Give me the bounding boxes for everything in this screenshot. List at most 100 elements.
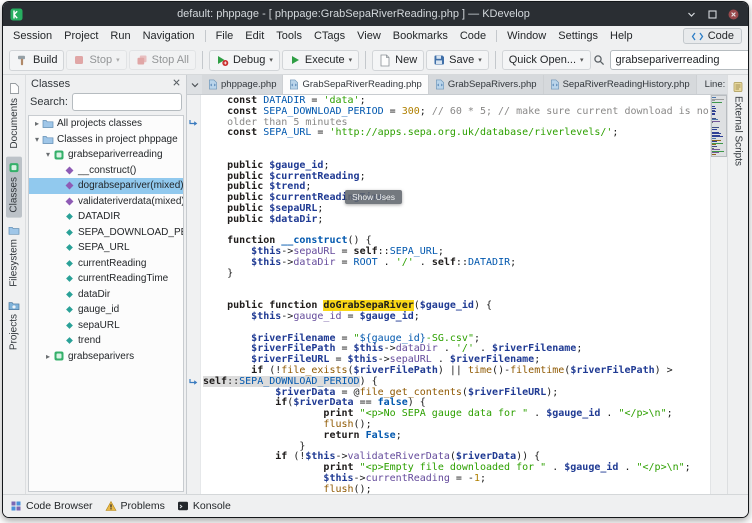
toolbar-button-execute[interactable]: Execute▾ bbox=[282, 50, 359, 70]
code-line[interactable]: flush(); bbox=[203, 485, 710, 494]
tree-item-currentreading[interactable]: currentReading bbox=[29, 256, 183, 272]
code-line[interactable]: const SEPA_URL = 'http://apps.sepa.org.u… bbox=[203, 128, 710, 139]
code-line[interactable]: } bbox=[203, 269, 710, 280]
close-icon bbox=[728, 9, 739, 20]
tree-item-datadir[interactable]: DATADIR bbox=[29, 209, 183, 225]
tree-item-all-projects-classes[interactable]: ▸All projects classes bbox=[29, 116, 183, 132]
search-icon[interactable] bbox=[593, 54, 605, 66]
close-button[interactable] bbox=[726, 7, 741, 22]
toolbar-separator bbox=[495, 51, 496, 69]
code-token: . bbox=[378, 257, 396, 268]
code-token: flush bbox=[323, 484, 353, 494]
tree-item-currentreadingtime[interactable]: currentReadingTime bbox=[29, 271, 183, 287]
tree-item-grabseparivers[interactable]: ▸grabseparivers bbox=[29, 349, 183, 365]
toolbar-button-new[interactable]: New bbox=[372, 50, 424, 71]
tree-item-construct[interactable]: __construct() bbox=[29, 163, 183, 179]
menu-file[interactable]: File bbox=[210, 28, 240, 44]
expander-right-icon[interactable]: ▸ bbox=[32, 119, 42, 128]
sidebar-tab-classes[interactable]: Classes bbox=[6, 157, 22, 218]
code-token: $riverFilename bbox=[251, 333, 335, 344]
editor-tab-grabseparivers-php[interactable]: GrabSepaRivers.php bbox=[429, 75, 544, 94]
search-input[interactable] bbox=[610, 50, 749, 70]
titlebar[interactable]: default: phppage - [ phppage:GrabSepaRiv… bbox=[3, 2, 748, 26]
uses-tooltip[interactable]: Show Uses bbox=[345, 190, 402, 204]
menu-help[interactable]: Help bbox=[604, 28, 639, 44]
code-token: $gauge_id bbox=[269, 160, 323, 171]
tree-item-grabsepariverreading[interactable]: ▾grabsepariverreading bbox=[29, 147, 183, 163]
expander-right-icon[interactable]: ▸ bbox=[43, 352, 53, 361]
code-token: dataDir bbox=[396, 343, 438, 354]
menu-ctags[interactable]: CTags bbox=[308, 28, 351, 44]
bottom-tab-code-browser[interactable]: Code Browser bbox=[10, 500, 93, 512]
code-token: -> bbox=[335, 451, 347, 462]
maximize-button[interactable] bbox=[705, 7, 720, 22]
toolbar-button-build[interactable]: Build bbox=[9, 50, 64, 71]
area-switcher-button[interactable]: Code bbox=[683, 28, 742, 44]
panel-close-button[interactable] bbox=[172, 78, 181, 90]
minimap-slider[interactable] bbox=[711, 95, 727, 157]
classes-search-row: Search: bbox=[26, 91, 186, 113]
menu-edit[interactable]: Edit bbox=[239, 28, 270, 44]
expander-down-icon[interactable]: ▾ bbox=[43, 150, 53, 159]
tree-item-classes-in-project-phppage[interactable]: ▾Classes in project phppage bbox=[29, 132, 183, 148]
classes-search-input[interactable] bbox=[72, 93, 182, 111]
menu-navigation[interactable]: Navigation bbox=[137, 28, 201, 44]
code-token: '/' bbox=[396, 257, 414, 268]
tree-item-datadir[interactable]: dataDir bbox=[29, 287, 183, 303]
toolbar-button-debug[interactable]: Debug▾ bbox=[209, 50, 280, 71]
document-list-button[interactable] bbox=[187, 75, 202, 94]
bottom-tab-konsole[interactable]: Konsole bbox=[177, 500, 231, 512]
tree-item-sepa-download-period[interactable]: SEPA_DOWNLOAD_PERIOD bbox=[29, 225, 183, 241]
konsole-icon bbox=[177, 500, 189, 512]
code-token: ; bbox=[510, 257, 516, 268]
toolbar-button-stop-all[interactable]: Stop All bbox=[129, 50, 196, 70]
code-line[interactable]: public $dataDir; bbox=[203, 215, 710, 226]
menu-code[interactable]: Code bbox=[454, 28, 492, 44]
execute-icon bbox=[289, 54, 301, 66]
code-token: = bbox=[335, 343, 353, 354]
code-token: currentReading bbox=[366, 473, 450, 484]
editor-tab-grabsepariverreading-php[interactable]: GrabSepaRiverReading.php bbox=[283, 75, 428, 94]
expander-down-icon[interactable]: ▾ bbox=[32, 135, 42, 144]
menu-project[interactable]: Project bbox=[58, 28, 104, 44]
menu-run[interactable]: Run bbox=[104, 28, 136, 44]
sidebar-tab-external-scripts[interactable]: External Scripts bbox=[731, 78, 745, 169]
code-line[interactable] bbox=[203, 139, 710, 150]
sidebar-tab-filesystem[interactable]: Filesystem bbox=[6, 220, 22, 292]
minimap[interactable] bbox=[710, 95, 727, 494]
menu-view[interactable]: View bbox=[351, 28, 387, 44]
code-token: )) { bbox=[516, 451, 540, 462]
editor-tab-phppage-php[interactable]: phppage.php bbox=[202, 75, 283, 94]
code-area[interactable]: const DATADIR = 'data'; const SEPA_DOWNL… bbox=[201, 95, 710, 494]
toolbar-button-quick-open[interactable]: Quick Open...▾ bbox=[502, 50, 591, 70]
tree-item-validateriverdata-mixed[interactable]: validateriverdata(mixed) bbox=[29, 194, 183, 210]
code-token: $this bbox=[251, 311, 281, 322]
editor-tabs: phppage.phpGrabSepaRiverReading.phpGrabS… bbox=[202, 75, 697, 94]
tree-item-sepaurl[interactable]: sepaURL bbox=[29, 318, 183, 334]
sidebar-tab-documents[interactable]: Documents bbox=[7, 78, 22, 154]
editor-gutter[interactable] bbox=[187, 95, 201, 494]
bottom-tab-problems[interactable]: Problems bbox=[105, 500, 165, 512]
right-dock-tabs: External Scripts bbox=[727, 75, 748, 494]
menu-bookmarks[interactable]: Bookmarks bbox=[387, 28, 454, 44]
tree-item-trend[interactable]: trend bbox=[29, 333, 183, 349]
code-token: . bbox=[546, 462, 564, 473]
code-line[interactable]: $this->gauge_id = $gauge_id; bbox=[203, 312, 710, 323]
editor-tab-separiverreadinghistory-php[interactable]: SepaRiverReadingHistory.php bbox=[544, 75, 697, 94]
code-line[interactable]: $this->dataDir = ROOT . '/' . self::DATA… bbox=[203, 258, 710, 269]
code-token: "</p>\n" bbox=[618, 408, 666, 419]
toolbar-button-stop[interactable]: Stop▾ bbox=[66, 50, 126, 70]
minimize-button[interactable] bbox=[684, 7, 699, 22]
toolbar-button-save[interactable]: Save▾ bbox=[426, 50, 489, 70]
tree-item-dograbsepariver-mixed[interactable]: dograbsepariver(mixed) bbox=[29, 178, 183, 194]
menu-window[interactable]: Window bbox=[501, 28, 552, 44]
code-line[interactable] bbox=[203, 280, 710, 291]
dropdown-arrow-icon: ▾ bbox=[269, 56, 273, 64]
tree-item-gauge-id[interactable]: gauge_id bbox=[29, 302, 183, 318]
tree-item-sepa-url[interactable]: SEPA_URL bbox=[29, 240, 183, 256]
menu-tools[interactable]: Tools bbox=[270, 28, 308, 44]
menu-session[interactable]: Session bbox=[7, 28, 58, 44]
code-token: filemtime bbox=[510, 365, 564, 376]
sidebar-tab-projects[interactable]: Projects bbox=[6, 295, 22, 355]
menu-settings[interactable]: Settings bbox=[552, 28, 604, 44]
